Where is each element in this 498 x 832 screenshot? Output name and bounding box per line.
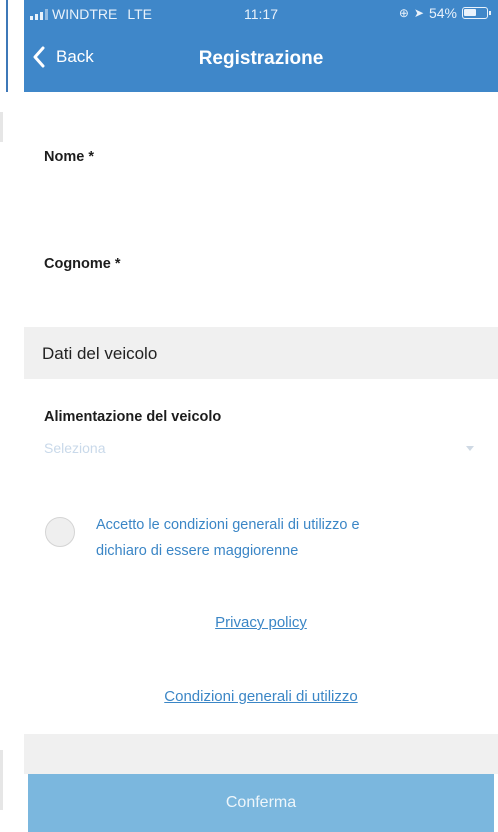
consent-line-2: dichiaro di essere maggiorenne bbox=[96, 543, 299, 559]
alimentazione-label: Alimentazione del veicolo bbox=[44, 409, 222, 425]
app-header: WINDTRE LTE 11:17 ⊕ ➤ 54% Back Registraz… bbox=[24, 0, 498, 92]
consent-radio[interactable] bbox=[45, 517, 75, 547]
privacy-policy-link[interactable]: Privacy policy bbox=[24, 614, 498, 631]
consent-text[interactable]: Accetto le condizioni generali di utiliz… bbox=[96, 512, 476, 564]
page-title: Registrazione bbox=[198, 48, 324, 69]
battery-percent: 54% bbox=[428, 5, 457, 21]
section-title: Dati del veicolo bbox=[42, 344, 158, 363]
cognome-field[interactable] bbox=[44, 279, 484, 323]
left-edge-divider bbox=[0, 750, 3, 810]
status-bar: WINDTRE LTE 11:17 ⊕ ➤ 54% bbox=[24, 0, 498, 28]
location-icon: ➤ bbox=[413, 6, 424, 20]
select-placeholder: Seleziona bbox=[44, 440, 106, 456]
consent-line-1: Accetto le condizioni generali di utiliz… bbox=[96, 517, 360, 533]
caret-down-icon bbox=[466, 446, 474, 451]
cognome-label: Cognome * bbox=[44, 256, 121, 272]
nome-field[interactable] bbox=[44, 172, 484, 222]
nome-label: Nome * bbox=[44, 149, 94, 165]
confirm-button[interactable]: Conferma bbox=[28, 774, 494, 832]
alimentazione-select[interactable]: Seleziona bbox=[44, 440, 474, 464]
left-edge-divider bbox=[0, 112, 3, 142]
footer-background bbox=[24, 734, 498, 774]
battery-icon bbox=[462, 7, 491, 19]
registration-screen: WINDTRE LTE 11:17 ⊕ ➤ 54% Back Registraz… bbox=[24, 0, 498, 832]
left-edge-header-fragment bbox=[0, 0, 8, 92]
status-right: ⊕ ➤ 54% bbox=[398, 5, 491, 21]
left-edge-strip bbox=[0, 0, 24, 832]
navigation-bar: Back Registrazione bbox=[24, 34, 498, 86]
rotation-lock-icon: ⊕ bbox=[398, 6, 409, 20]
section-header-vehicle: Dati del veicolo bbox=[24, 327, 498, 379]
terms-link[interactable]: Condizioni generali di utilizzo bbox=[24, 688, 498, 705]
